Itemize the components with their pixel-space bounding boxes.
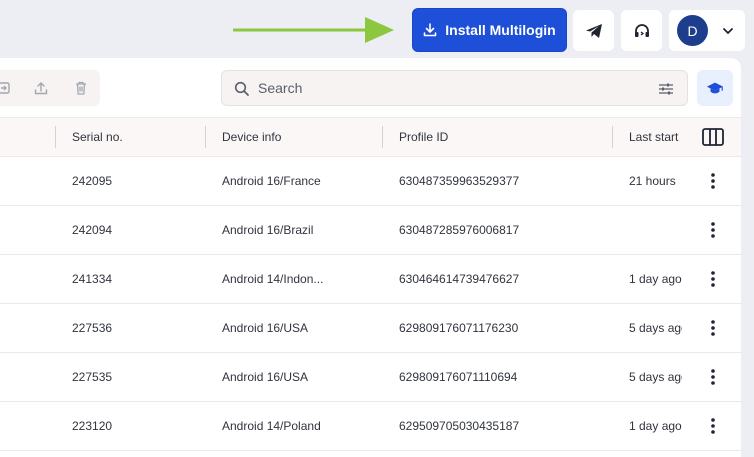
cell-last-start (629, 206, 682, 254)
graduation-cap-icon (706, 82, 724, 94)
row-menu-icon[interactable] (703, 416, 723, 436)
row-menu-icon[interactable] (703, 367, 723, 387)
column-separator[interactable] (55, 126, 56, 148)
column-separator[interactable] (382, 126, 383, 148)
cell-profile-id: 629809176071176230 (399, 321, 519, 335)
cell-device: Android 14/Poland (222, 419, 321, 433)
avatar: D (677, 15, 708, 46)
download-icon (423, 23, 437, 37)
cell-last-start: 1 day ago (629, 419, 682, 433)
cell-serial: 227535 (72, 370, 113, 384)
table-row[interactable]: 227536 Android 16/USA 629809176071176230… (0, 304, 741, 353)
install-label: Install Multilogin (445, 22, 556, 38)
header-last-start[interactable]: Last start (629, 118, 682, 156)
column-separator[interactable] (612, 126, 613, 148)
table-row[interactable]: 241334 Android 14/Indon... 6304646147394… (0, 255, 741, 304)
cell-last-start: 5 days ago (629, 370, 682, 384)
cell-last-start: 5 days ago (629, 321, 682, 335)
telegram-button[interactable] (573, 10, 614, 51)
cell-device: Android 16/Brazil (222, 223, 314, 237)
arrow-annotation (233, 17, 394, 43)
trash-icon[interactable] (72, 79, 90, 97)
column-separator[interactable] (205, 126, 206, 148)
cell-profile-id: 630487285976006817 (399, 223, 520, 237)
row-menu-icon[interactable] (703, 171, 723, 191)
profiles-panel: Serial no. Device info Profile ID Last s… (0, 58, 741, 457)
account-menu-button[interactable]: D (669, 10, 745, 51)
header-device-info[interactable]: Device info (222, 118, 372, 156)
cell-device: Android 16/USA (222, 370, 309, 384)
search-input[interactable] (258, 71, 638, 105)
cell-device: Android 14/Indon... (222, 272, 324, 286)
row-menu-icon[interactable] (703, 318, 723, 338)
cell-device: Android 16/USA (222, 321, 309, 335)
bulk-actions-toolbar (0, 70, 100, 106)
row-menu-icon[interactable] (703, 220, 723, 240)
row-menu-icon[interactable] (703, 269, 723, 289)
table-header: Serial no. Device info Profile ID Last s… (0, 117, 741, 157)
cell-serial: 227536 (72, 321, 113, 335)
cell-last-start: 1 day ago (629, 272, 682, 286)
filter-sliders-icon[interactable] (658, 81, 674, 97)
install-multilogin-button[interactable]: Install Multilogin (412, 8, 567, 52)
cell-device: Android 16/France (222, 174, 321, 188)
table-row[interactable]: 223120 Android 14/Poland 629509705030435… (0, 402, 741, 451)
cell-profile-id: 630464614739476627 (399, 272, 520, 286)
chevron-down-icon (723, 27, 733, 34)
columns-settings-icon[interactable] (702, 128, 724, 146)
table-row[interactable]: 242094 Android 16/Brazil 630487285976006… (0, 206, 741, 255)
export-icon[interactable] (0, 79, 12, 97)
telegram-icon (585, 23, 602, 38)
search-field (221, 70, 688, 106)
search-icon (234, 81, 249, 96)
cell-profile-id: 630487359963529377 (399, 174, 520, 188)
learning-center-button[interactable] (697, 70, 733, 106)
headset-icon (634, 23, 649, 37)
table-row[interactable]: 227535 Android 16/USA 629809176071110694… (0, 353, 741, 402)
cell-serial: 242095 (72, 174, 113, 188)
cell-profile-id: 629809176071110694 (399, 370, 518, 384)
cell-serial: 242094 (72, 223, 113, 237)
profiles-table-body: 242095 Android 16/France 630487359963529… (0, 157, 741, 451)
header-serial-no[interactable]: Serial no. (72, 118, 192, 156)
cell-last-start: 21 hours (629, 174, 676, 188)
table-row[interactable]: 242095 Android 16/France 630487359963529… (0, 157, 741, 206)
header-profile-id[interactable]: Profile ID (399, 118, 599, 156)
top-bar: Install Multilogin D (0, 0, 754, 60)
upload-icon[interactable] (32, 79, 50, 97)
cell-serial: 223120 (72, 419, 113, 433)
cell-profile-id: 629509705030435187 (399, 419, 520, 433)
support-button[interactable] (621, 10, 662, 51)
cell-serial: 241334 (72, 272, 113, 286)
